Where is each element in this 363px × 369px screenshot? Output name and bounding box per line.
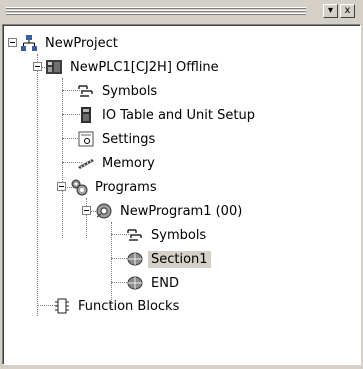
tree-item-label: IO Table and Unit Setup [102,107,255,123]
symbols-icon [127,229,142,241]
tree-line [62,78,63,238]
tree-item-io-table[interactable]: IO Table and Unit Setup [77,105,258,125]
dropdown-arrow-icon: ▾ [327,5,334,16]
program-icon [96,203,112,219]
tree-item-settings[interactable]: Settings [77,129,158,149]
tree-item-function-blocks[interactable]: Function Blocks [53,296,182,316]
panel-titlebar: ▾ x [0,0,363,24]
plc-icon [46,60,62,74]
io-table-icon [81,107,91,123]
tree-item-new-program[interactable]: NewProgram1 (00) [95,201,245,221]
function-blocks-icon [55,298,69,314]
tree-line [37,54,38,316]
section-icon [127,276,143,290]
tree-item-memory[interactable]: Memory [77,153,158,173]
tree-item-programs[interactable]: Programs [70,177,160,197]
tree-item-program-symbols[interactable]: Symbols [126,225,209,245]
collapse-toggle[interactable] [57,182,66,191]
symbols-icon [78,85,93,97]
tree-item-label: NewProject [45,35,118,51]
memory-icon [78,159,94,169]
drag-grip[interactable] [6,7,306,16]
settings-icon [78,131,94,147]
network-icon [21,35,37,51]
minimize-button[interactable]: ▾ [323,4,338,18]
tree-item-label: NewProgram1 (00) [120,203,243,219]
tree-item-label: Function Blocks [78,298,180,314]
tree-item-label: Section1 [148,250,211,268]
tree-item-label: Memory [102,155,155,171]
programs-icon [71,179,88,196]
collapse-toggle[interactable] [8,38,17,47]
tree-item-label: Settings [102,131,156,147]
tree-item-section1[interactable]: Section1 [126,249,211,269]
collapse-toggle[interactable] [82,206,91,215]
tree-item-end[interactable]: END [126,273,182,293]
tree-item-label: NewPLC1[CJ2H] Offline [70,59,219,75]
tree-item-new-project[interactable]: NewProject [20,33,121,53]
close-button[interactable]: x [340,4,355,18]
project-tree[interactable]: NewProject NewPLC1[CJ2H] Offline Symbols… [2,24,361,365]
collapse-toggle[interactable] [33,62,42,71]
tree-item-label: END [151,275,179,291]
tree-item-label: Programs [95,179,157,195]
section-icon [127,252,143,266]
tree-line [86,198,87,238]
close-icon: x [344,5,351,16]
tree-item-label: Symbols [151,227,207,243]
tree-item-plc[interactable]: NewPLC1[CJ2H] Offline [45,57,222,77]
tree-item-label: Symbols [102,83,158,99]
tree-item-symbols[interactable]: Symbols [77,81,160,101]
